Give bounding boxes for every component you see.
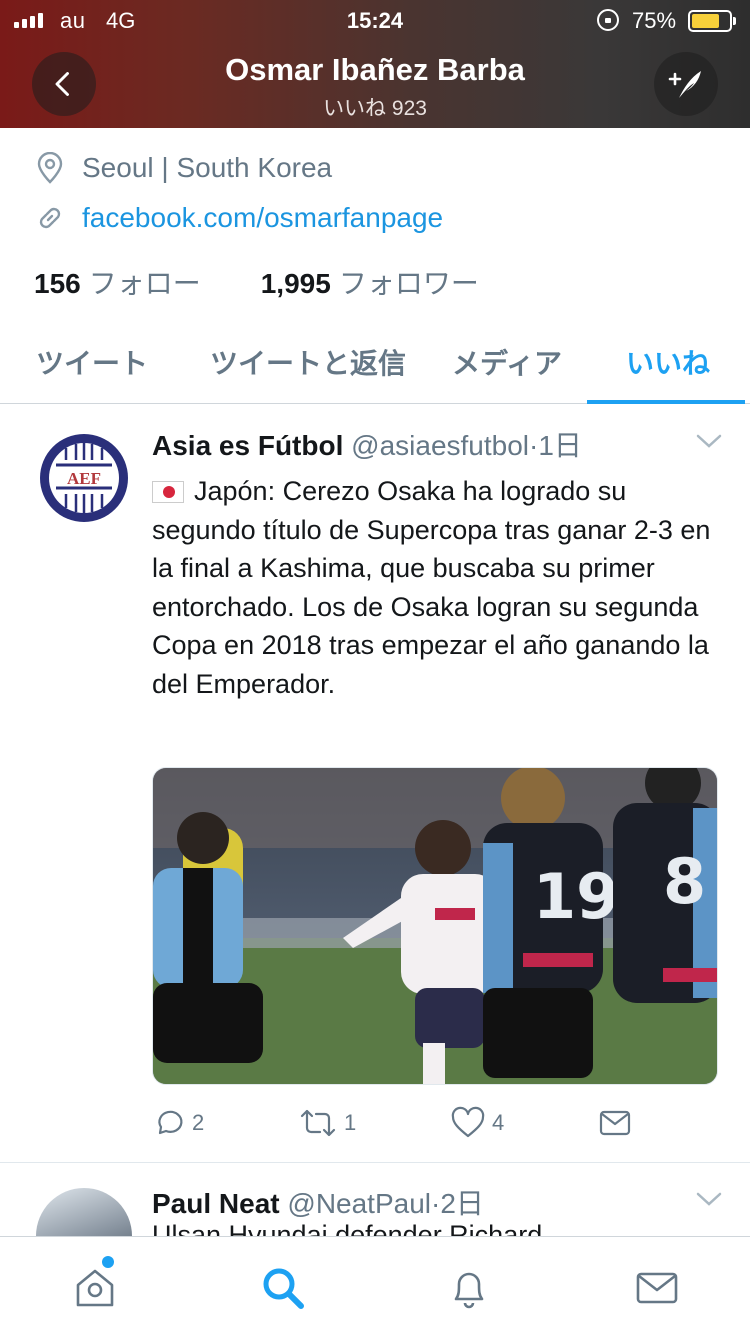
likes-count-subtitle: いいね 923 [323,97,427,120]
retweet-icon [300,1109,336,1137]
bottom-tab-bar [0,1236,750,1334]
tweet-menu-button[interactable] [694,432,724,457]
tab-media[interactable]: メディア [452,342,562,382]
envelope-icon [599,1110,631,1136]
messages-tab[interactable] [632,1263,682,1313]
website-link[interactable]: facebook.com/osmarfanpage [82,202,443,234]
profile-tabs: ツイート ツイートと返信 メディア いいね [0,322,750,404]
tweet-author-name[interactable]: Asia es Fútbol [152,430,343,461]
tweet-author-handle[interactable]: @NeatPaul [287,1188,431,1219]
avatar-text: AEF [67,469,101,488]
tab-tweets[interactable]: ツイート [36,342,148,382]
japan-flag-icon [152,481,184,503]
search-tab[interactable] [258,1263,308,1313]
retweet-count: 1 [344,1110,357,1135]
reply-icon [158,1110,183,1135]
tweet-menu-button[interactable] [694,1190,724,1215]
retweet-button[interactable]: 1 [298,1106,356,1140]
followers-label: フォロワー [338,268,479,299]
tweet-time: 2日 [440,1188,484,1219]
followers-count: 1,995 [260,268,331,299]
svg-text:8: 8 [663,845,706,918]
tweet-header: Paul Neat @NeatPaul·2日 [152,1182,484,1222]
battery-icon [688,10,736,32]
tweet-actions: 2 1 4 [152,1106,722,1146]
compose-tweet-button[interactable] [654,52,718,116]
status-bar: au 4G 15:24 75% [0,0,750,40]
following-stat[interactable]: 156 フォロー [34,262,201,302]
chevron-down-icon [696,434,722,448]
chevron-down-icon [696,1192,722,1206]
tweet-time: 1日 [538,430,582,461]
heart-icon [451,1106,485,1138]
link-icon [34,202,66,234]
notifications-tab[interactable] [444,1263,494,1313]
avatar[interactable]: AEF [36,430,132,526]
tweet-author-handle[interactable]: @asiaesfutbol [351,430,529,461]
active-tab-indicator [587,400,745,404]
tweet-author-name[interactable]: Paul Neat [152,1188,280,1219]
tweet-header: Asia es Fútbol @asiaesfutbol·1日 [152,424,582,464]
followers-stat[interactable]: 1,995 フォロワー [261,262,479,302]
tab-tweets-and-replies[interactable]: ツイートと返信 [210,342,406,382]
svg-text:19: 19 [533,860,619,933]
soccer-match-photo: 19 8 [153,768,717,1084]
profile-header: au 4G 15:24 75% Osmar Ibañez Barba いいね 9… [0,0,750,128]
location-text: Seoul | South Korea [82,152,333,183]
tweet-text: Japón: Cerezo Osaka ha logrado su segund… [152,472,722,703]
battery-percent: 75% [632,8,677,33]
home-tab[interactable] [70,1263,120,1313]
reply-button[interactable]: 2 [152,1106,204,1140]
dot-separator: · [529,430,539,461]
follow-counts: 156 フォロー 1,995 フォロワー [34,262,479,302]
location-pin-icon [34,152,66,184]
like-count: 4 [492,1110,505,1135]
notifications-icon [454,1272,484,1309]
dot-separator: · [431,1188,441,1219]
following-count: 156 [34,268,81,299]
profile-website[interactable]: facebook.com/osmarfanpage [34,202,443,234]
tweet-photo[interactable]: 19 8 [152,767,718,1085]
direct-message-button[interactable] [598,1106,632,1140]
messages-icon [636,1272,678,1304]
home-icon [76,1269,114,1307]
following-label: フォロー [88,268,201,299]
search-icon [263,1268,304,1309]
tweet-text-content: Japón: Cerezo Osaka ha logrado su segund… [152,476,711,699]
new-content-dot [102,1256,114,1268]
profile-location: Seoul | South Korea [34,152,332,184]
tweet-divider [0,1162,750,1163]
aef-logo-icon: AEF [40,434,128,522]
compose-tweet-icon [668,71,701,98]
tab-likes[interactable]: いいね [626,342,710,382]
reply-count: 2 [192,1110,205,1135]
profile-name-title: Osmar Ibañez Barba [225,52,525,87]
like-button[interactable]: 4 [450,1106,504,1140]
rotation-lock-icon [597,9,619,31]
